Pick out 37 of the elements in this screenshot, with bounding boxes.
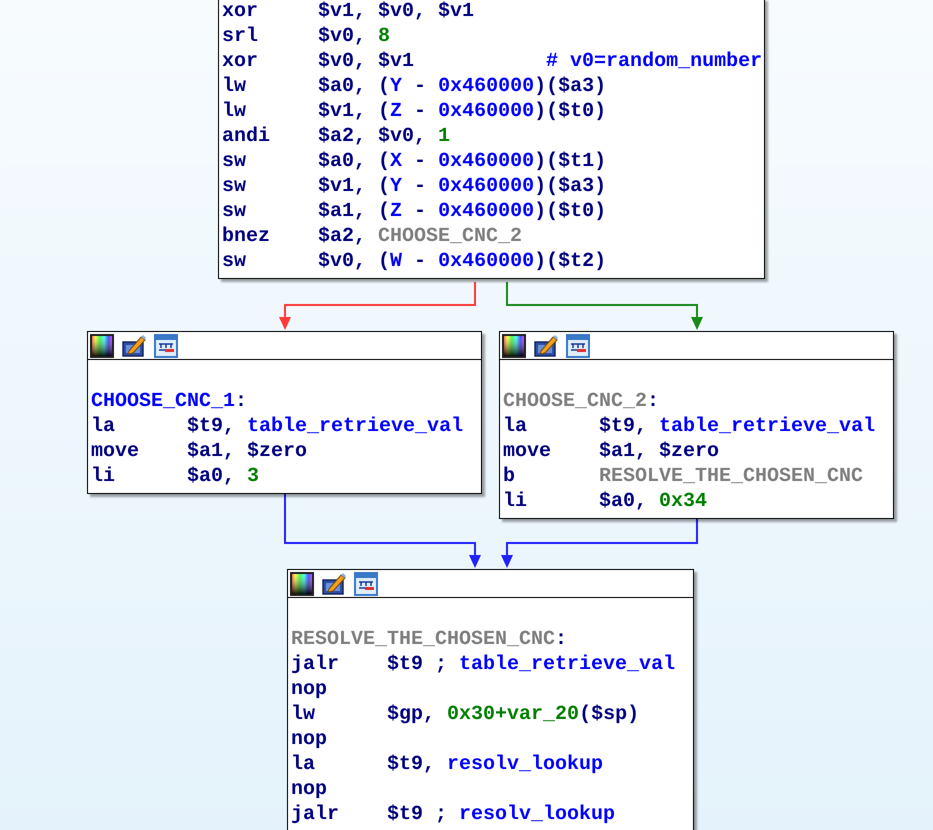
label-line: CHOOSE_CNC_2: [503,389,660,414]
instruction-line: li $a0, 3 [91,464,260,489]
instruction-line: srl $v0, 8 [222,24,390,49]
instruction-line: jalr $t9 ; table_retrieve_val [291,652,676,677]
instruction-line: la $t9, resolv_lookup [291,752,604,777]
instruction-line: move $a1, $zero [91,439,308,464]
instruction-line: la $t9, table_retrieve_val [503,414,876,439]
instruction-line: nop [291,777,328,802]
graph-view-icon[interactable] [354,572,378,596]
label-line: CHOOSE_CNC_1: [91,389,248,414]
instruction-line: lw $v1, (Z - 0x460000)($t0) [222,99,606,124]
instruction-line: sw $v1, (Y - 0x460000)($a3) [222,174,606,199]
instruction-line: bnez $a2, CHOOSE_CNC_2 [222,224,522,249]
instruction-line: sw $a0, (X - 0x460000)($t1) [222,149,606,174]
instruction-line: nop [291,677,328,702]
color-palette-icon[interactable] [90,334,114,358]
instruction-line: b RESOLVE_THE_CHOSEN_CNC [503,464,864,489]
instruction-line: lw $gp, 0x30+var_20($sp) [291,702,640,727]
instruction-line: andi $a2, $v0, 1 [222,124,450,149]
instruction-line: lw $a0, (Y - 0x460000)($a3) [222,74,606,99]
instruction-line: move $a1, $zero [503,439,720,464]
instruction-line: li $a0, 0x34 [503,489,708,514]
color-palette-icon[interactable] [290,572,314,596]
instruction-line: xor $v0, $v1 # v0=random_number [222,49,762,74]
instruction-line: xor $v1, $v0, $v1 [222,0,474,24]
instruction-line: la $t9, table_retrieve_val [91,414,464,439]
pencil-icon[interactable] [322,572,346,596]
label-line: RESOLVE_THE_CHOSEN_CNC: [291,627,568,652]
instruction-line: nop [291,727,328,752]
instruction-line: sw $a1, (Z - 0x460000)($t0) [222,199,606,224]
instruction-line: sw $v0, (W - 0x460000)($t2) [222,249,606,274]
graph-view-icon[interactable] [154,334,178,358]
color-palette-icon[interactable] [502,334,526,358]
graph-view-icon[interactable] [566,334,590,358]
pencil-icon[interactable] [122,334,146,358]
pencil-icon[interactable] [534,334,558,358]
instruction-line: jalr $t9 ; resolv_lookup [291,802,616,827]
